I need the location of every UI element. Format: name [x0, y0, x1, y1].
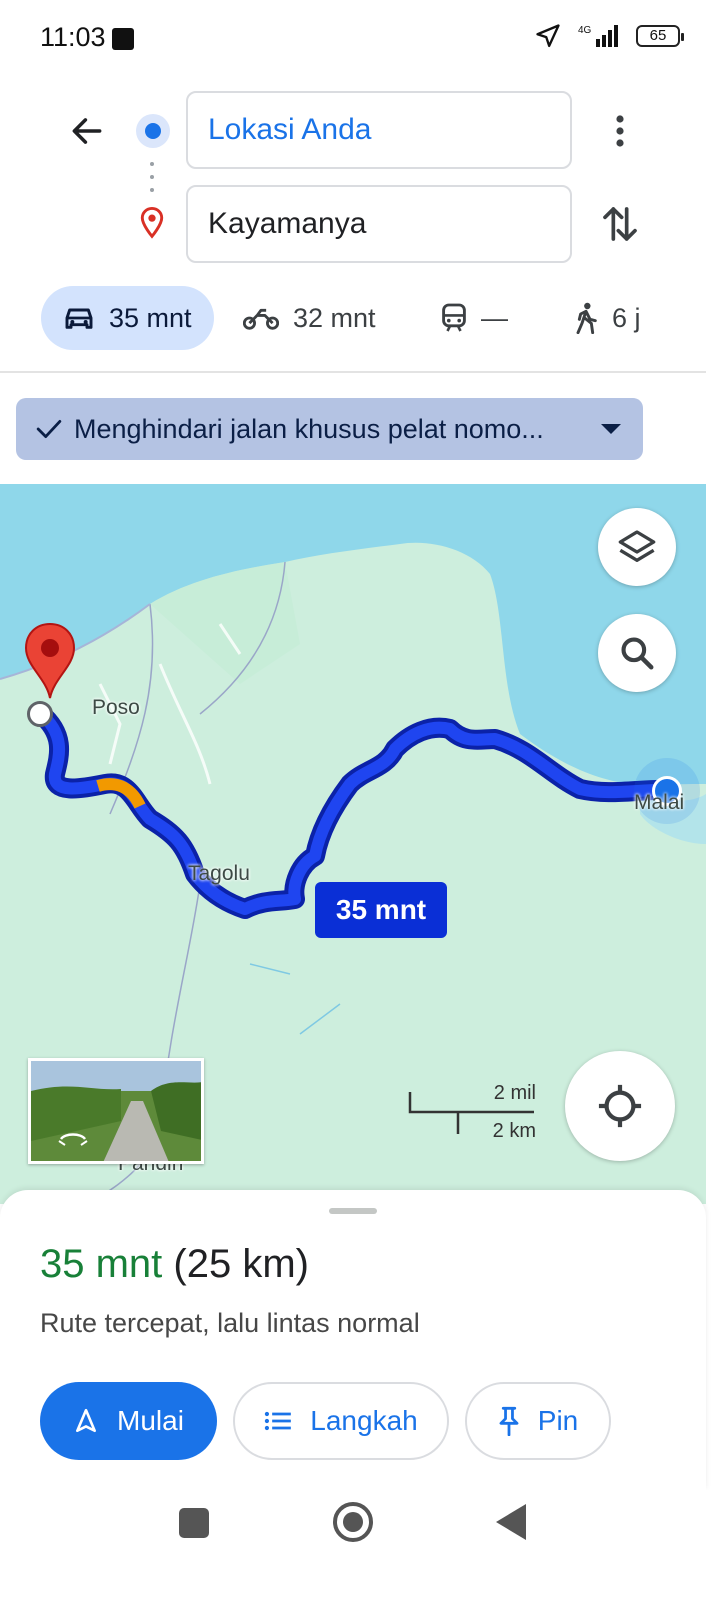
tab-transit-label: — — [481, 302, 508, 333]
map-view[interactable]: Poso Tagolu Malai Pandiri 35 mnt 2 mil 2… — [0, 484, 706, 1204]
list-icon — [265, 1411, 292, 1431]
map-label-tagolu: Tagolu — [188, 862, 250, 885]
steps-label: Langkah — [310, 1405, 418, 1436]
origin-field[interactable]: Lokasi Anda — [186, 91, 572, 169]
search-along-route-button[interactable] — [598, 614, 676, 692]
map-label-poso: Poso — [92, 696, 140, 719]
route-options-label: Menghindari jalan khusus pelat nomo... — [74, 413, 544, 444]
recents-button[interactable] — [179, 1508, 209, 1538]
route-description: Rute tercepat, lalu lintas normal — [40, 1308, 420, 1338]
swap-locations-button[interactable] — [596, 198, 644, 250]
layers-icon — [618, 530, 656, 562]
start-navigation-label: Mulai — [117, 1405, 184, 1436]
system-nav-bar — [0, 1490, 720, 1600]
dropdown-caret-icon — [601, 424, 621, 434]
my-location-icon — [598, 1084, 642, 1128]
status-icons: 4G 65 — [534, 22, 684, 50]
origin-dot-icon — [136, 114, 170, 148]
my-location-button[interactable] — [565, 1051, 675, 1161]
location-arrow-icon — [536, 24, 560, 48]
status-bar: 11:03 4G 65 — [0, 0, 720, 78]
sheet-drag-handle[interactable] — [329, 1208, 377, 1214]
back-button[interactable] — [62, 106, 112, 156]
status-time: 11:03 — [40, 22, 106, 52]
layers-button[interactable] — [598, 508, 676, 586]
tab-walking[interactable]: 6 j — [574, 286, 641, 350]
pin-icon — [499, 1406, 519, 1436]
route-distance: (25 km) — [173, 1242, 309, 1286]
route-eta-bubble[interactable]: 35 mnt — [315, 882, 447, 938]
map-label-malai: Malai — [634, 791, 685, 814]
travel-mode-tabs: 35 mnt 32 mnt — 6 j — [0, 286, 720, 350]
sheet-actions: Mulai Langkah Pin — [40, 1382, 611, 1460]
header-divider — [0, 371, 706, 373]
tab-driving-label: 35 mnt — [109, 302, 192, 333]
street-view-thumbnail[interactable] — [28, 1058, 204, 1164]
more-options-button[interactable] — [598, 106, 642, 156]
scale-metric: 2 km — [492, 1120, 536, 1142]
route-options-chip[interactable]: Menghindari jalan khusus pelat nomo... — [16, 398, 643, 460]
route-connector-dots — [150, 162, 154, 192]
upload-icon — [112, 28, 134, 50]
route-eta: 35 mnt — [40, 1242, 163, 1286]
battery-icon: 65 — [636, 25, 684, 47]
pin-label: Pin — [537, 1405, 579, 1436]
swap-vertical-icon — [603, 207, 637, 241]
destination-field[interactable]: Kayamanya — [186, 185, 572, 263]
street-view-image — [31, 1061, 201, 1161]
network-type: 4G — [578, 25, 592, 36]
origin-marker — [27, 701, 53, 727]
navigation-arrow-icon — [76, 1408, 96, 1433]
more-vert-icon — [616, 115, 624, 147]
tab-walking-label: 6 j — [612, 302, 641, 333]
tab-motorcycle-label: 32 mnt — [293, 302, 376, 333]
transit-icon — [442, 303, 466, 332]
destination-pin-icon — [140, 206, 164, 239]
check-icon — [36, 420, 62, 438]
system-back-button[interactable] — [496, 1504, 526, 1540]
destination-marker-icon — [24, 622, 76, 699]
scale-imperial: 2 mil — [493, 1082, 536, 1104]
car-icon — [65, 308, 93, 329]
map-scale: 2 mil 2 km — [406, 1080, 536, 1142]
motorcycle-icon — [243, 308, 279, 330]
back-arrow-icon — [72, 118, 102, 144]
tab-driving[interactable]: 35 mnt — [41, 286, 214, 350]
start-navigation-button[interactable]: Mulai — [40, 1382, 217, 1460]
signal-icon: 4G — [578, 25, 618, 47]
route-summary: 35 mnt (25 km) — [40, 1242, 309, 1287]
tab-transit[interactable]: — — [441, 286, 508, 350]
search-icon — [621, 637, 654, 670]
route-summary-sheet[interactable]: 35 mnt (25 km) Rute tercepat, lalu linta… — [0, 1190, 706, 1490]
walk-icon — [576, 302, 597, 334]
steps-button[interactable]: Langkah — [233, 1382, 449, 1460]
tab-motorcycle[interactable]: 32 mnt — [243, 286, 376, 350]
pin-button[interactable]: Pin — [465, 1382, 611, 1460]
home-button[interactable] — [333, 1502, 373, 1542]
